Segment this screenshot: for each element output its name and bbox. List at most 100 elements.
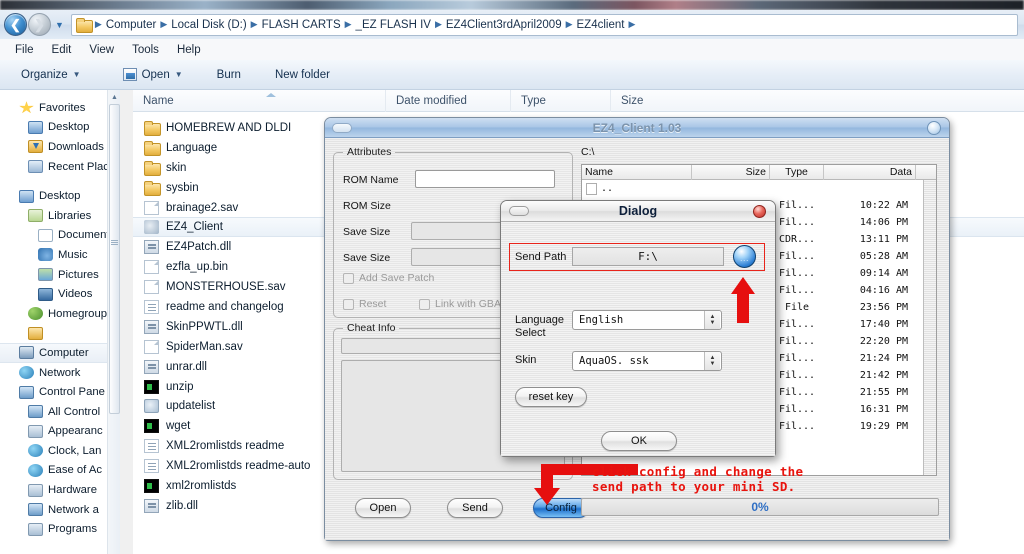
appearance-icon: [28, 424, 43, 438]
parent-dir-icon: [586, 182, 597, 195]
rom-name-field[interactable]: [415, 170, 555, 188]
sidebar-item-favorites[interactable]: Favorites: [0, 98, 120, 118]
sidebar-item-hardware[interactable]: Hardware: [0, 480, 120, 500]
recent-pages-chevron-icon[interactable]: ▼: [55, 20, 64, 30]
monitor-icon: [28, 120, 43, 134]
sidebar-item-clock-lan[interactable]: Clock, Lan: [0, 441, 120, 461]
column-header-size[interactable]: Size: [610, 89, 684, 112]
ez4-title-bar[interactable]: EZ4_Client 1.03: [325, 118, 949, 138]
sidebar-item-downloads[interactable]: Downloads: [0, 137, 120, 157]
organize-button[interactable]: Organize ▼: [12, 65, 90, 85]
ez4-cell-data: 13:11 PM: [859, 234, 908, 245]
config-dialog: Dialog Send Path F:\ ... Language Select…: [500, 200, 776, 457]
stepper-arrows-icon[interactable]: ▲ ▼: [704, 311, 720, 329]
ez4-list-scrollbar[interactable]: [923, 180, 936, 475]
breadcrumb-item-ez-flash-iv[interactable]: _EZ FLASH IV: [353, 19, 434, 31]
documents-icon: [38, 228, 53, 242]
menu-item-edit[interactable]: Edit: [43, 42, 81, 58]
folder-icon: [75, 18, 93, 33]
sidebar-item-user[interactable]: [0, 324, 120, 344]
sidebar-item-control-pane[interactable]: Control Pane: [0, 382, 120, 402]
breadcrumb-separator: ▶: [250, 19, 258, 29]
navigation-buttons: ❮ ❯ ▼: [4, 13, 64, 36]
breadcrumb-item-local-disk[interactable]: Local Disk (D:): [168, 19, 249, 31]
sidebar-item-recent-place[interactable]: Recent Place: [0, 157, 120, 177]
ok-button[interactable]: OK: [601, 431, 677, 451]
breadcrumb-item-computer[interactable]: Computer: [103, 19, 160, 31]
console-exe-icon: [144, 419, 159, 434]
reset-key-button[interactable]: reset key: [515, 387, 587, 407]
dll-icon: [144, 359, 159, 374]
language-select-label-line1: Language: [515, 314, 564, 326]
sidebar-item-all-control[interactable]: All Control: [0, 402, 120, 422]
ez4-window-button-icon[interactable]: [927, 121, 941, 135]
forward-arrow-icon[interactable]: ❯: [28, 13, 51, 36]
ez4-column-type[interactable]: Type: [770, 165, 824, 180]
ez4-column-data[interactable]: Data: [824, 165, 916, 180]
music-note-icon: [38, 248, 53, 262]
menu-item-view[interactable]: View: [80, 42, 123, 58]
burn-label: Burn: [216, 68, 241, 81]
open-button[interactable]: Open: [355, 498, 411, 518]
new-folder-button[interactable]: New folder: [266, 65, 339, 85]
stepper-arrows-icon[interactable]: ▲ ▼: [704, 352, 720, 370]
sidebar-item-programs[interactable]: Programs: [0, 519, 120, 539]
ez4-column-name[interactable]: Name: [582, 165, 692, 180]
breadcrumb-item-ez4client3rdapril2009[interactable]: EZ4Client3rdApril2009: [443, 19, 565, 31]
ez4-cell-type: Fil...: [778, 217, 816, 228]
sidebar-item-videos[interactable]: Videos: [0, 284, 120, 304]
breadcrumb-separator: ▶: [94, 19, 102, 29]
link-with-gba-checkbox[interactable]: Link with GBA: [419, 298, 501, 310]
sidebar-item-music[interactable]: Music: [0, 245, 120, 265]
minimize-pill-icon[interactable]: [509, 206, 529, 216]
sidebar-item-pictures[interactable]: Pictures: [0, 265, 120, 285]
reset-checkbox[interactable]: Reset: [343, 298, 386, 310]
browse-path-button[interactable]: ...: [733, 245, 756, 268]
column-header-date-modified[interactable]: Date modified: [385, 89, 510, 112]
close-icon[interactable]: [753, 205, 766, 218]
column-header-name[interactable]: Name: [133, 90, 385, 112]
programs-icon: [28, 522, 43, 536]
add-save-patch-checkbox[interactable]: Add Save Patch: [343, 272, 434, 284]
file-name: XML2romlistds readme-auto: [166, 460, 311, 473]
sidebar-item-libraries[interactable]: Libraries: [0, 206, 120, 226]
ez4-cell-type: Fil...: [778, 319, 816, 330]
skin-dropdown[interactable]: AquaOS. ssk ▲ ▼: [572, 351, 722, 371]
sidebar-scroll-thumb[interactable]: [109, 104, 120, 414]
ez4-cell-type: Fil...: [778, 353, 816, 364]
sidebar-item-desktop[interactable]: Desktop: [0, 118, 120, 138]
language-select-dropdown[interactable]: English ▲ ▼: [572, 310, 722, 330]
scroll-up-arrow-icon[interactable]: ▲: [108, 90, 121, 104]
menu-item-tools[interactable]: Tools: [123, 42, 168, 58]
sidebar-item-document[interactable]: Document: [0, 226, 120, 246]
breadcrumb[interactable]: ▶ Computer ▶ Local Disk (D:) ▶ FLASH CAR…: [70, 13, 1018, 36]
sidebar-item-label: Network a: [48, 503, 99, 516]
send-button[interactable]: Send: [447, 498, 503, 518]
ez4-cell-data: 21:55 PM: [859, 387, 908, 398]
sidebar-item-network-a[interactable]: Network a: [0, 500, 120, 520]
sidebar-item-network[interactable]: Network: [0, 363, 120, 383]
back-arrow-icon[interactable]: ❮: [4, 13, 27, 36]
sidebar-item-computer[interactable]: Computer: [0, 343, 120, 363]
sidebar-item-ease-of-ac[interactable]: Ease of Ac: [0, 461, 120, 481]
burn-button[interactable]: Burn: [208, 65, 250, 85]
dialog-title-bar[interactable]: Dialog: [501, 201, 775, 222]
breadcrumb-item-ez4client[interactable]: EZ4client: [574, 19, 628, 31]
ez4-cell-data: 21:42 PM: [859, 370, 908, 381]
sidebar-item-label: Desktop: [48, 121, 90, 134]
breadcrumb-item-flash-carts[interactable]: FLASH CARTS: [259, 19, 344, 31]
ez4-cell-type: File: [784, 302, 810, 313]
language-select-value: English: [579, 314, 624, 326]
sidebar-scrollbar[interactable]: ▲: [107, 90, 120, 554]
send-path-field[interactable]: F:\: [572, 247, 724, 266]
table-row[interactable]: ..: [582, 180, 936, 197]
sidebar-item-appearanc[interactable]: Appearanc: [0, 422, 120, 442]
menu-item-help[interactable]: Help: [168, 42, 210, 58]
ez4-column-size[interactable]: Size: [692, 165, 770, 180]
sidebar-item-desktop[interactable]: Desktop: [0, 186, 120, 206]
menu-item-file[interactable]: File: [6, 42, 43, 58]
open-button[interactable]: Open ▼: [114, 64, 192, 85]
column-header-type[interactable]: Type: [510, 89, 610, 112]
minimize-pill-icon[interactable]: [332, 123, 352, 133]
sidebar-item-homegroup[interactable]: Homegroup: [0, 304, 120, 324]
